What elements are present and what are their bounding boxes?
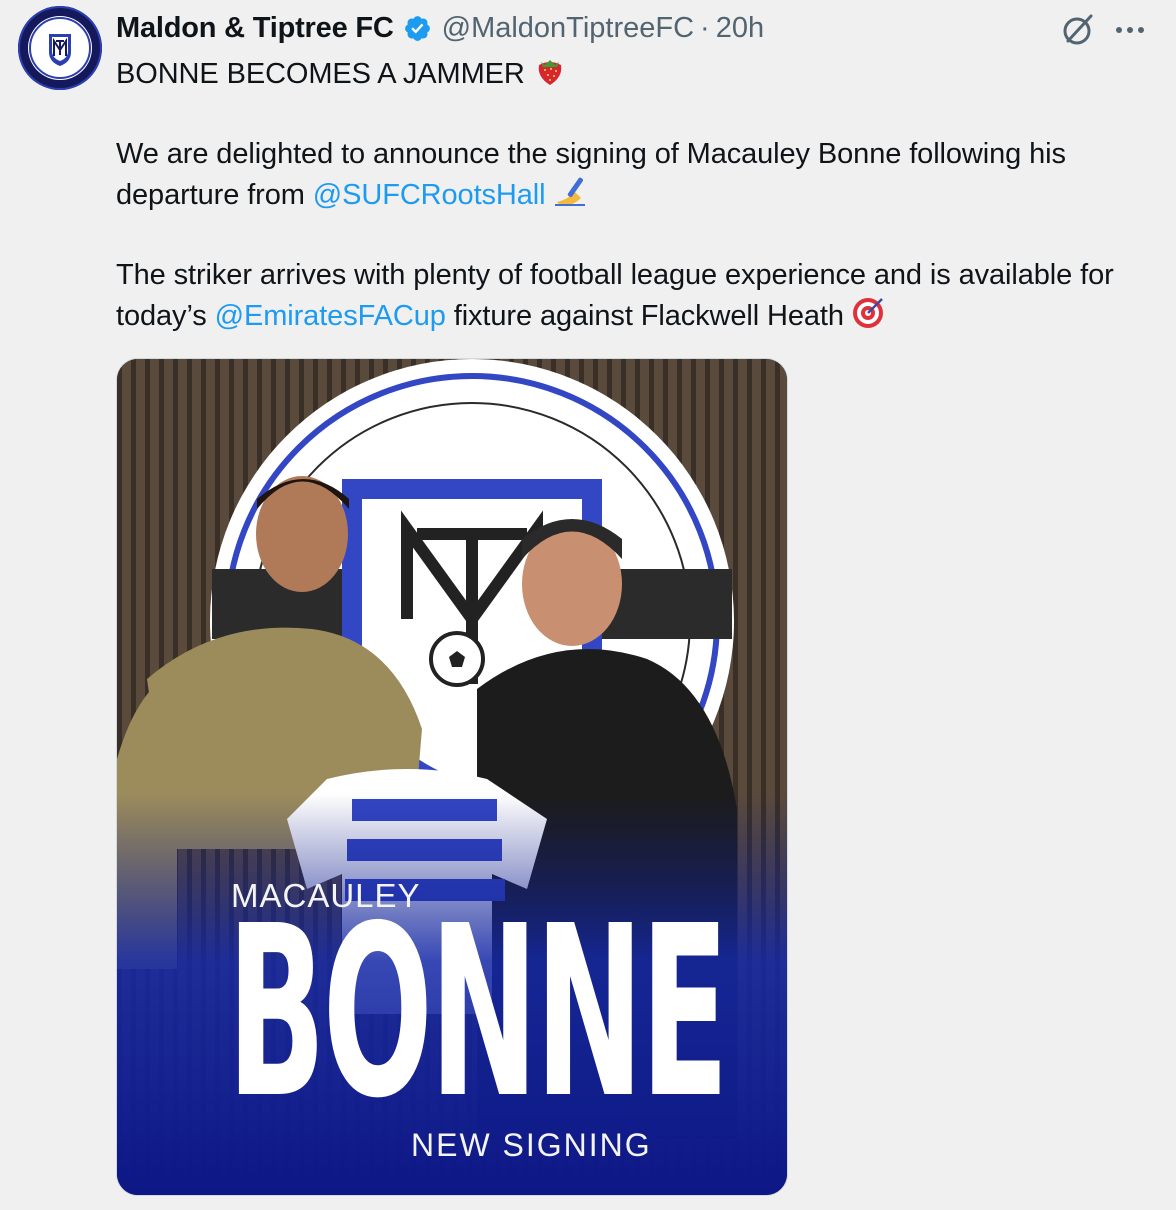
tweet-paragraph-3: The striker arrives with plenty of footb… <box>116 255 1161 336</box>
profile-avatar[interactable] <box>18 6 102 90</box>
mention-link-emiratesfacup[interactable]: @EmiratesFACup <box>215 300 446 332</box>
display-name[interactable]: Maldon & Tiptree FC <box>116 12 394 45</box>
timestamp[interactable]: 20h <box>716 12 764 45</box>
headline-text: BONNE BECOMES A JAMMER <box>116 58 525 90</box>
tweet-media-image[interactable]: MACAULEY BONNE NEW SIGNING <box>116 358 788 1196</box>
user-handle[interactable]: @MaldonTiptreeFC <box>442 12 694 45</box>
tweet-header: Maldon & Tiptree FC @MaldonTiptreeFC · 2… <box>116 8 764 48</box>
tweet-paragraph-2: We are delighted to announce the signing… <box>116 134 1161 215</box>
mention-link-sufcrootshall[interactable]: @SUFCRootsHall <box>313 179 546 211</box>
writing-hand-emoji-icon <box>555 177 586 206</box>
dot-separator: · <box>700 11 710 44</box>
grok-icon[interactable] <box>1058 10 1098 50</box>
tweet-headline-line: BONNE BECOMES A JAMMER <box>116 53 1161 94</box>
strawberry-emoji-icon <box>538 60 561 85</box>
paragraph-2-text: We are delighted to announce the signing… <box>116 138 1066 211</box>
paragraph-3-text-b: fixture against Flackwell Heath <box>453 300 844 332</box>
club-crest-icon <box>20 8 100 88</box>
verified-badge-icon <box>404 15 430 41</box>
direct-hit-emoji-icon <box>852 298 883 328</box>
tweet-text: BONNE BECOMES A JAMMER We are delighted … <box>116 53 1161 336</box>
overlay-last-name: BONNE <box>227 875 729 1150</box>
more-options-icon[interactable] <box>1110 10 1150 50</box>
overlay-new-signing: NEW SIGNING <box>411 1127 652 1163</box>
